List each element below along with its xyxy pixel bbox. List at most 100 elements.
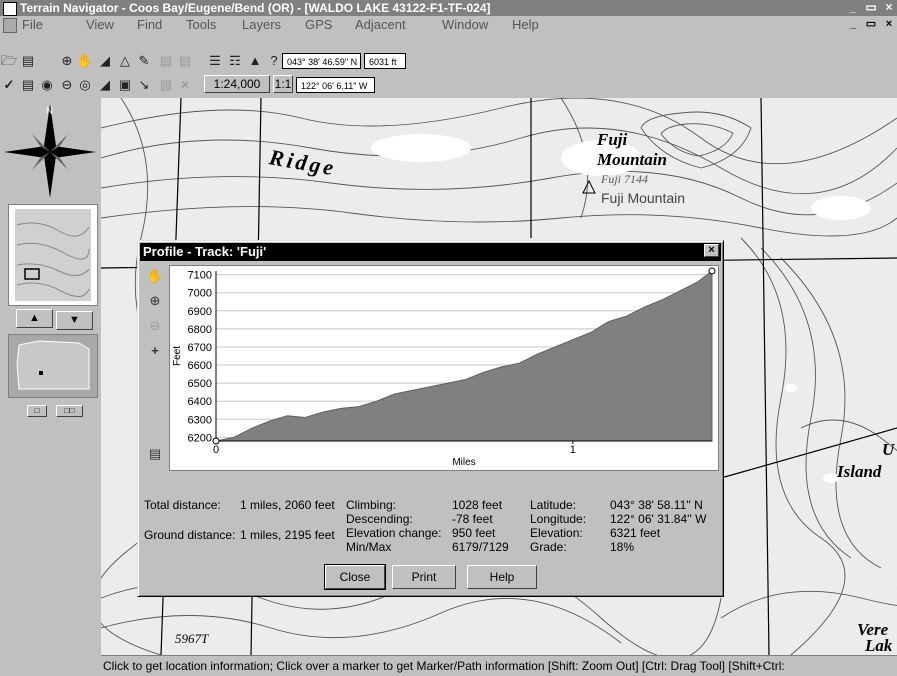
help-button[interactable]: Help [467, 565, 537, 589]
print-icon[interactable]: ▤ [19, 52, 37, 70]
y-axis-label: Feet [172, 346, 183, 366]
print-button[interactable]: Print [392, 565, 456, 589]
target-icon[interactable]: ◎ [76, 76, 94, 94]
zoom-in-icon[interactable]: ⊕ [58, 52, 76, 70]
zoom-in-icon[interactable]: ⊕ [146, 292, 164, 310]
x-tick-label: 1 [570, 444, 576, 456]
elevation-change-value: 950 feet [452, 526, 496, 540]
toolbar: 🗁 ▤ ⊕ ✋ ◢ △ ✎ ▤ ▤ ☰ ☶ ▲ ? 043° 38' 46.59… [0, 34, 897, 98]
mdi-minimize-icon[interactable]: _ [846, 18, 860, 31]
svg-text:N: N [46, 106, 53, 117]
profile-close-icon[interactable]: × [704, 244, 719, 257]
map-label-lak: Lak [865, 636, 893, 655]
profile-icon[interactable]: ▤ [157, 52, 175, 70]
zoom-out-icon[interactable]: ⊖ [146, 317, 164, 335]
title-bar: Terrain Navigator - Coos Bay/Eugene/Bend… [0, 0, 897, 16]
elevation-readout: 6031 ft [364, 53, 406, 69]
elevation-value: 6321 feet [610, 526, 661, 540]
layers-icon[interactable]: ☰ [206, 52, 224, 70]
overview-down-button[interactable]: ▼ [56, 311, 93, 330]
minmax-label: Min/Max [346, 540, 392, 554]
menu-tools[interactable]: Tools [186, 16, 216, 34]
elevation-change-label: Elevation change: [346, 526, 442, 540]
profile-grid-icon[interactable]: ▤ [176, 52, 194, 70]
profile-title: Profile - Track: 'Fuji' [143, 244, 267, 259]
document-icon[interactable] [3, 18, 17, 33]
arrow-tool-icon[interactable]: ↘ [135, 76, 153, 94]
overview-up-button[interactable]: ▲ [16, 309, 53, 328]
checkmark-icon[interactable]: ✓ [0, 76, 18, 94]
longitude-label: Longitude: [530, 512, 587, 526]
menu-gps[interactable]: GPS [305, 16, 332, 34]
help-icon[interactable]: ? [265, 52, 283, 70]
app-icon[interactable] [3, 2, 17, 16]
scale-1-1-button[interactable]: 1:1 [273, 75, 293, 93]
triangle-icon[interactable]: △ [116, 52, 134, 70]
state-locator-map[interactable] [8, 334, 98, 398]
start-point-marker [212, 437, 220, 445]
y-tick-label: 6800 [188, 324, 212, 336]
menu-view[interactable]: View [86, 16, 114, 34]
measure-area-icon[interactable]: ◢ [96, 76, 114, 94]
map-label-mountain: Mountain [597, 150, 667, 169]
left-panel: N ▲ ▼ □ □□ [0, 98, 101, 675]
longitude-readout: 122° 06' 6.11" W [296, 77, 375, 93]
profile-title-bar[interactable]: Profile - Track: 'Fuji' [140, 243, 721, 261]
end-point-marker [708, 267, 716, 275]
scale-button[interactable]: 1:24,000 [204, 75, 270, 93]
hand-pan-icon[interactable]: ✋ [76, 52, 94, 70]
pencil-icon[interactable]: ✎ [135, 52, 153, 70]
maximize-icon[interactable]: ▭ [864, 1, 878, 14]
latitude-value: 043° 38' 58.11'' N [610, 498, 703, 512]
descending-label: Descending: [346, 512, 413, 526]
open-folder-icon[interactable]: 🗁 [0, 52, 18, 70]
y-tick-label: 6200 [188, 432, 212, 444]
menu-help[interactable]: Help [512, 16, 539, 34]
status-bar: Click to get location information; Click… [101, 655, 897, 676]
descending-value: -78 feet [452, 512, 493, 526]
crosshair-icon[interactable]: + [146, 342, 164, 360]
menu-layers[interactable]: Layers [242, 16, 281, 34]
climbing-label: Climbing: [346, 498, 397, 512]
single-view-button[interactable]: □ [27, 405, 47, 417]
mdi-close-icon[interactable]: × [882, 18, 896, 31]
zoom-out-icon[interactable]: ⊖ [58, 76, 76, 94]
delete-icon[interactable]: × [176, 76, 194, 94]
menu-adjacent[interactable]: Adjacent [355, 16, 406, 34]
dual-view-button[interactable]: □□ [56, 405, 83, 417]
profile-plot: 6200 6300 6400 6500 6600 6700 6800 6900 7000 7100… [172, 267, 716, 468]
overview-map[interactable] [8, 204, 98, 306]
terrain-3d-icon[interactable]: ▲ [246, 52, 264, 70]
window-title: Terrain Navigator - Coos Bay/Eugene/Bend… [20, 1, 491, 15]
menu-find[interactable]: Find [137, 16, 162, 34]
y-tick-label: 6900 [188, 306, 212, 318]
y-tick-label: 6600 [188, 360, 212, 372]
ground-distance-label: Ground distance: [144, 528, 236, 542]
measure-icon[interactable]: ◢ [96, 52, 114, 70]
map-label-spot-elevation: 5967T [175, 631, 209, 646]
grade-value: 18% [610, 540, 635, 554]
marker-icon[interactable]: ▣ [116, 76, 134, 94]
x-axis-label: Miles [452, 457, 475, 468]
mdi-restore-icon[interactable]: ▭ [864, 18, 878, 31]
elevation-profile-chart[interactable]: 6200 6300 6400 6500 6600 6700 6800 6900 7000 7100… [169, 265, 719, 471]
close-icon[interactable]: × [882, 1, 896, 14]
binoculars-icon[interactable]: ◉ [38, 76, 56, 94]
print-preview-icon[interactable]: ▤ [19, 76, 37, 94]
close-button[interactable]: Close [324, 564, 386, 590]
legend-icon[interactable]: ☶ [226, 52, 244, 70]
hand-pan-icon[interactable]: ✋ [146, 267, 164, 285]
compass-rose-icon[interactable]: N [2, 102, 98, 200]
x-tick-label: 0 [213, 444, 219, 456]
map-label-fuji: Fuji [597, 130, 628, 149]
minimize-icon[interactable]: _ [846, 1, 860, 14]
menu-window[interactable]: Window [442, 16, 488, 34]
map-label-edge-u: U [882, 440, 895, 459]
erase-track-icon[interactable]: ▧ [157, 76, 175, 94]
climbing-value: 1028 feet [452, 498, 503, 512]
menu-file[interactable]: File [22, 16, 43, 34]
map-label-fuji-elevation: Fuji 7144 [601, 172, 648, 186]
profile-options-icon[interactable]: ▤ [146, 445, 164, 463]
total-distance-value: 1 miles, 2060 feet [240, 498, 335, 512]
y-tick-label: 7100 [188, 270, 212, 282]
